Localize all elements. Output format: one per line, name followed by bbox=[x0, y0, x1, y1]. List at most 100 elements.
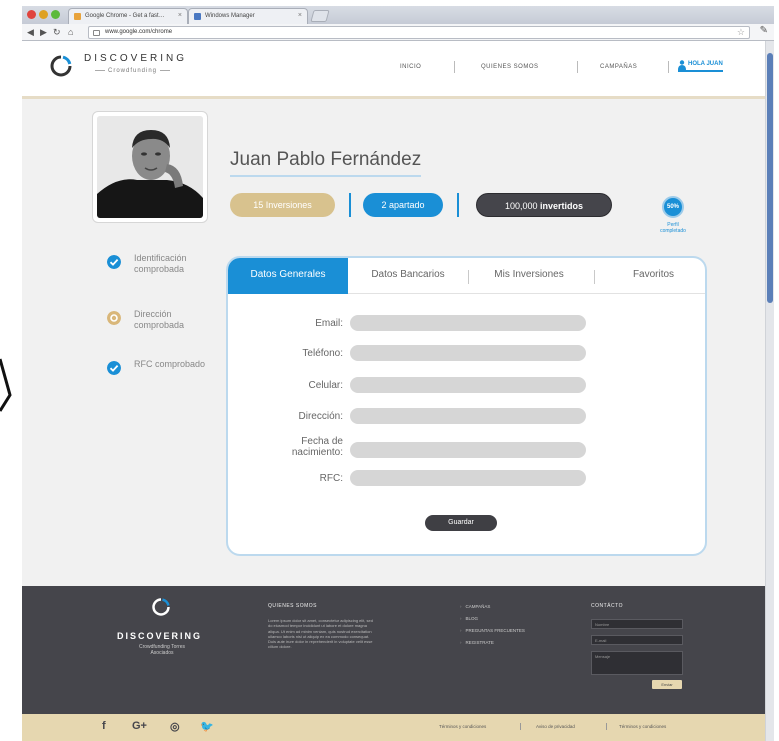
close-window-button[interactable] bbox=[27, 10, 36, 19]
footer-brand: DISCOVERING bbox=[117, 631, 203, 641]
google-plus-icon[interactable]: G+ bbox=[132, 720, 147, 732]
profile-completion-label: Perfil completado bbox=[660, 222, 686, 234]
footer-link-campanas[interactable]: CAMPAÑAS bbox=[460, 604, 491, 609]
telefono-label: Teléfono: bbox=[302, 348, 343, 359]
direccion-field[interactable] bbox=[350, 408, 586, 424]
investments-count-badge[interactable]: 15 Inversiones bbox=[230, 193, 335, 217]
site-footer: DISCOVERING Crowdfunding Torres Asociado… bbox=[22, 586, 765, 714]
close-tab-icon[interactable]: × bbox=[178, 12, 182, 19]
instagram-icon[interactable]: ◎ bbox=[170, 720, 180, 733]
browser-tab-label: Windows Manager bbox=[205, 13, 255, 19]
chrome-favicon-icon bbox=[74, 13, 81, 20]
contact-name-field[interactable]: Nombre bbox=[591, 619, 683, 629]
fecha-nacimiento-label: Fecha de nacimiento: bbox=[291, 436, 343, 458]
pill-separator bbox=[457, 193, 459, 217]
home-icon[interactable]: ⌂ bbox=[68, 26, 73, 38]
brand-name[interactable]: DISCOVERING bbox=[84, 53, 187, 64]
zoom-window-button[interactable] bbox=[51, 10, 60, 19]
tab-separator bbox=[468, 270, 469, 284]
browser-tab-windows-manager[interactable]: Windows Manager × bbox=[188, 8, 308, 24]
profile-completion-circle: 50% bbox=[662, 196, 684, 218]
save-button[interactable]: Guardar bbox=[425, 515, 497, 531]
tab-favoritos[interactable]: Favoritos bbox=[606, 258, 701, 294]
tab-datos-generales[interactable]: Datos Generales bbox=[228, 258, 348, 294]
minimize-window-button[interactable] bbox=[39, 10, 48, 19]
screenshot-stage: Google Chrome - Get a fast… × Windows Ma… bbox=[0, 0, 779, 741]
nav-separator bbox=[454, 61, 455, 73]
fecha-nacimiento-field[interactable] bbox=[350, 442, 586, 458]
brand-logo-icon[interactable] bbox=[50, 55, 72, 77]
website: DISCOVERING Crowdfunding INICIO QUIENES … bbox=[22, 41, 765, 741]
back-arrow-icon[interactable]: ◀ bbox=[27, 26, 34, 38]
page-favicon-icon bbox=[194, 13, 201, 20]
contact-message-field[interactable]: Mensaje bbox=[591, 651, 683, 675]
twitter-icon[interactable]: 🐦 bbox=[200, 720, 214, 733]
email-field[interactable] bbox=[350, 315, 586, 331]
verification-direccion: Dirección comprobada bbox=[107, 309, 227, 333]
footer-logo-icon bbox=[152, 598, 170, 616]
browser-toolbar: ◀ ▶ ↻ ⌂ www.google.com/chrome ☆ ✎ bbox=[22, 24, 774, 41]
browser-window: Google Chrome - Get a fast… × Windows Ma… bbox=[22, 6, 774, 741]
page-scrollbar[interactable] bbox=[765, 41, 774, 741]
address-bar[interactable]: www.google.com/chrome ☆ bbox=[88, 26, 750, 39]
reserved-count-badge[interactable]: 2 apartado bbox=[363, 193, 443, 217]
nav-link-campanas[interactable]: CAMPAÑAS bbox=[600, 64, 637, 70]
footer-brand-subtitle: Crowdfunding Torres Asociados bbox=[138, 644, 186, 656]
check-circle-icon bbox=[107, 361, 121, 375]
rfc-field[interactable] bbox=[350, 470, 586, 486]
footer-about-text: Lorem ipsum dolor sit amet, consectetur … bbox=[268, 618, 373, 650]
profile-photo-frame bbox=[92, 111, 208, 223]
nav-separator bbox=[668, 61, 669, 73]
browser-tab-chrome[interactable]: Google Chrome - Get a fast… × bbox=[68, 8, 188, 24]
profile-data-card: Datos Generales Datos Bancarios Mis Inve… bbox=[226, 256, 707, 556]
invested-amount-value: 100,000 bbox=[504, 201, 538, 211]
tab-datos-bancarios[interactable]: Datos Bancarios bbox=[353, 258, 463, 294]
footer-contact-title: CONTÁCTO bbox=[591, 603, 623, 609]
forward-arrow-icon[interactable]: ▶ bbox=[40, 26, 47, 38]
footer-link-blog[interactable]: BLOG bbox=[460, 616, 479, 621]
celular-label: Celular: bbox=[308, 380, 343, 391]
profile-photo[interactable] bbox=[97, 116, 203, 218]
close-tab-icon[interactable]: × bbox=[298, 12, 302, 19]
pill-separator bbox=[349, 193, 351, 217]
verification-label: Identificación comprobada bbox=[134, 253, 187, 274]
invested-amount-label: invertidos bbox=[540, 201, 584, 211]
contact-submit-button[interactable]: Enviar bbox=[652, 680, 682, 689]
facebook-icon[interactable]: f bbox=[102, 720, 106, 732]
footer-bottom-bar: f G+ ◎ 🐦 Términos y condiciones Aviso de… bbox=[22, 714, 765, 741]
reload-icon[interactable]: ↻ bbox=[53, 26, 61, 38]
footer-legal-link-3[interactable]: Términos y condiciones bbox=[619, 724, 666, 729]
invested-amount-badge[interactable]: 100,000 invertidos bbox=[476, 193, 612, 217]
new-tab-button[interactable] bbox=[310, 10, 330, 22]
nav-link-quienes-somos[interactable]: QUIENES SOMOS bbox=[481, 64, 539, 70]
footer-legal-link-2[interactable]: Aviso de privacidad bbox=[536, 724, 575, 729]
tab-mis-inversiones[interactable]: Mis Inversiones bbox=[474, 258, 584, 294]
nav-link-inicio[interactable]: INICIO bbox=[400, 64, 421, 70]
address-bar-url: www.google.com/chrome bbox=[105, 29, 173, 35]
verification-label: RFC comprobado bbox=[134, 359, 206, 369]
person-portrait-image bbox=[97, 116, 203, 218]
browser-tab-label: Google Chrome - Get a fast… bbox=[85, 13, 165, 19]
check-circle-icon bbox=[107, 255, 121, 269]
email-label: Email: bbox=[315, 318, 343, 329]
celular-field[interactable] bbox=[350, 377, 586, 393]
user-icon bbox=[678, 60, 686, 70]
footer-link-faq[interactable]: PREGUNTAS FRECUENTES bbox=[460, 628, 525, 633]
nav-separator bbox=[577, 61, 578, 73]
brand-subtitle: Crowdfunding bbox=[92, 68, 173, 74]
telefono-field[interactable] bbox=[350, 345, 586, 361]
footer-link-registrate[interactable]: REGISTRATE bbox=[460, 640, 494, 645]
legal-separator bbox=[520, 723, 521, 730]
browser-tabstrip: Google Chrome - Get a fast… × Windows Ma… bbox=[22, 6, 774, 24]
legal-separator bbox=[606, 723, 607, 730]
verification-rfc: RFC comprobado bbox=[107, 359, 227, 383]
footer-legal-link-1[interactable]: Términos y condiciones bbox=[439, 724, 486, 729]
wrench-menu-icon[interactable]: ✎ bbox=[760, 25, 768, 36]
contact-email-field[interactable]: E-mail bbox=[591, 635, 683, 645]
user-menu-link[interactable]: HOLA JUAN bbox=[678, 60, 723, 72]
scrollbar-thumb[interactable] bbox=[767, 53, 773, 303]
bookmark-star-icon[interactable]: ☆ bbox=[737, 27, 745, 38]
site-header: DISCOVERING Crowdfunding INICIO QUIENES … bbox=[22, 41, 765, 99]
verification-identificacion: Identificación comprobada bbox=[107, 253, 227, 277]
rfc-label: RFC: bbox=[319, 473, 343, 484]
